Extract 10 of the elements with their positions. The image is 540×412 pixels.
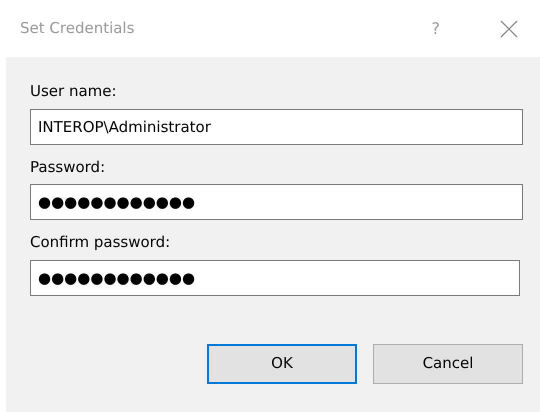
field-label: User name: xyxy=(30,81,117,102)
field-label: Confirm password: xyxy=(30,232,170,253)
user-name-field[interactable]: INTEROP\Administrator xyxy=(30,108,523,144)
cancel-button[interactable]: Cancel xyxy=(373,344,523,384)
window-title: Set Credentials xyxy=(20,18,134,40)
field-label: Password: xyxy=(30,156,106,178)
close-icon[interactable] xyxy=(500,20,518,38)
password-field[interactable]: ●●●●●●●●●●●● xyxy=(30,260,520,296)
password-field[interactable]: ●●●●●●●●●●●● xyxy=(30,184,523,220)
ok-button[interactable]: OK xyxy=(207,344,357,384)
